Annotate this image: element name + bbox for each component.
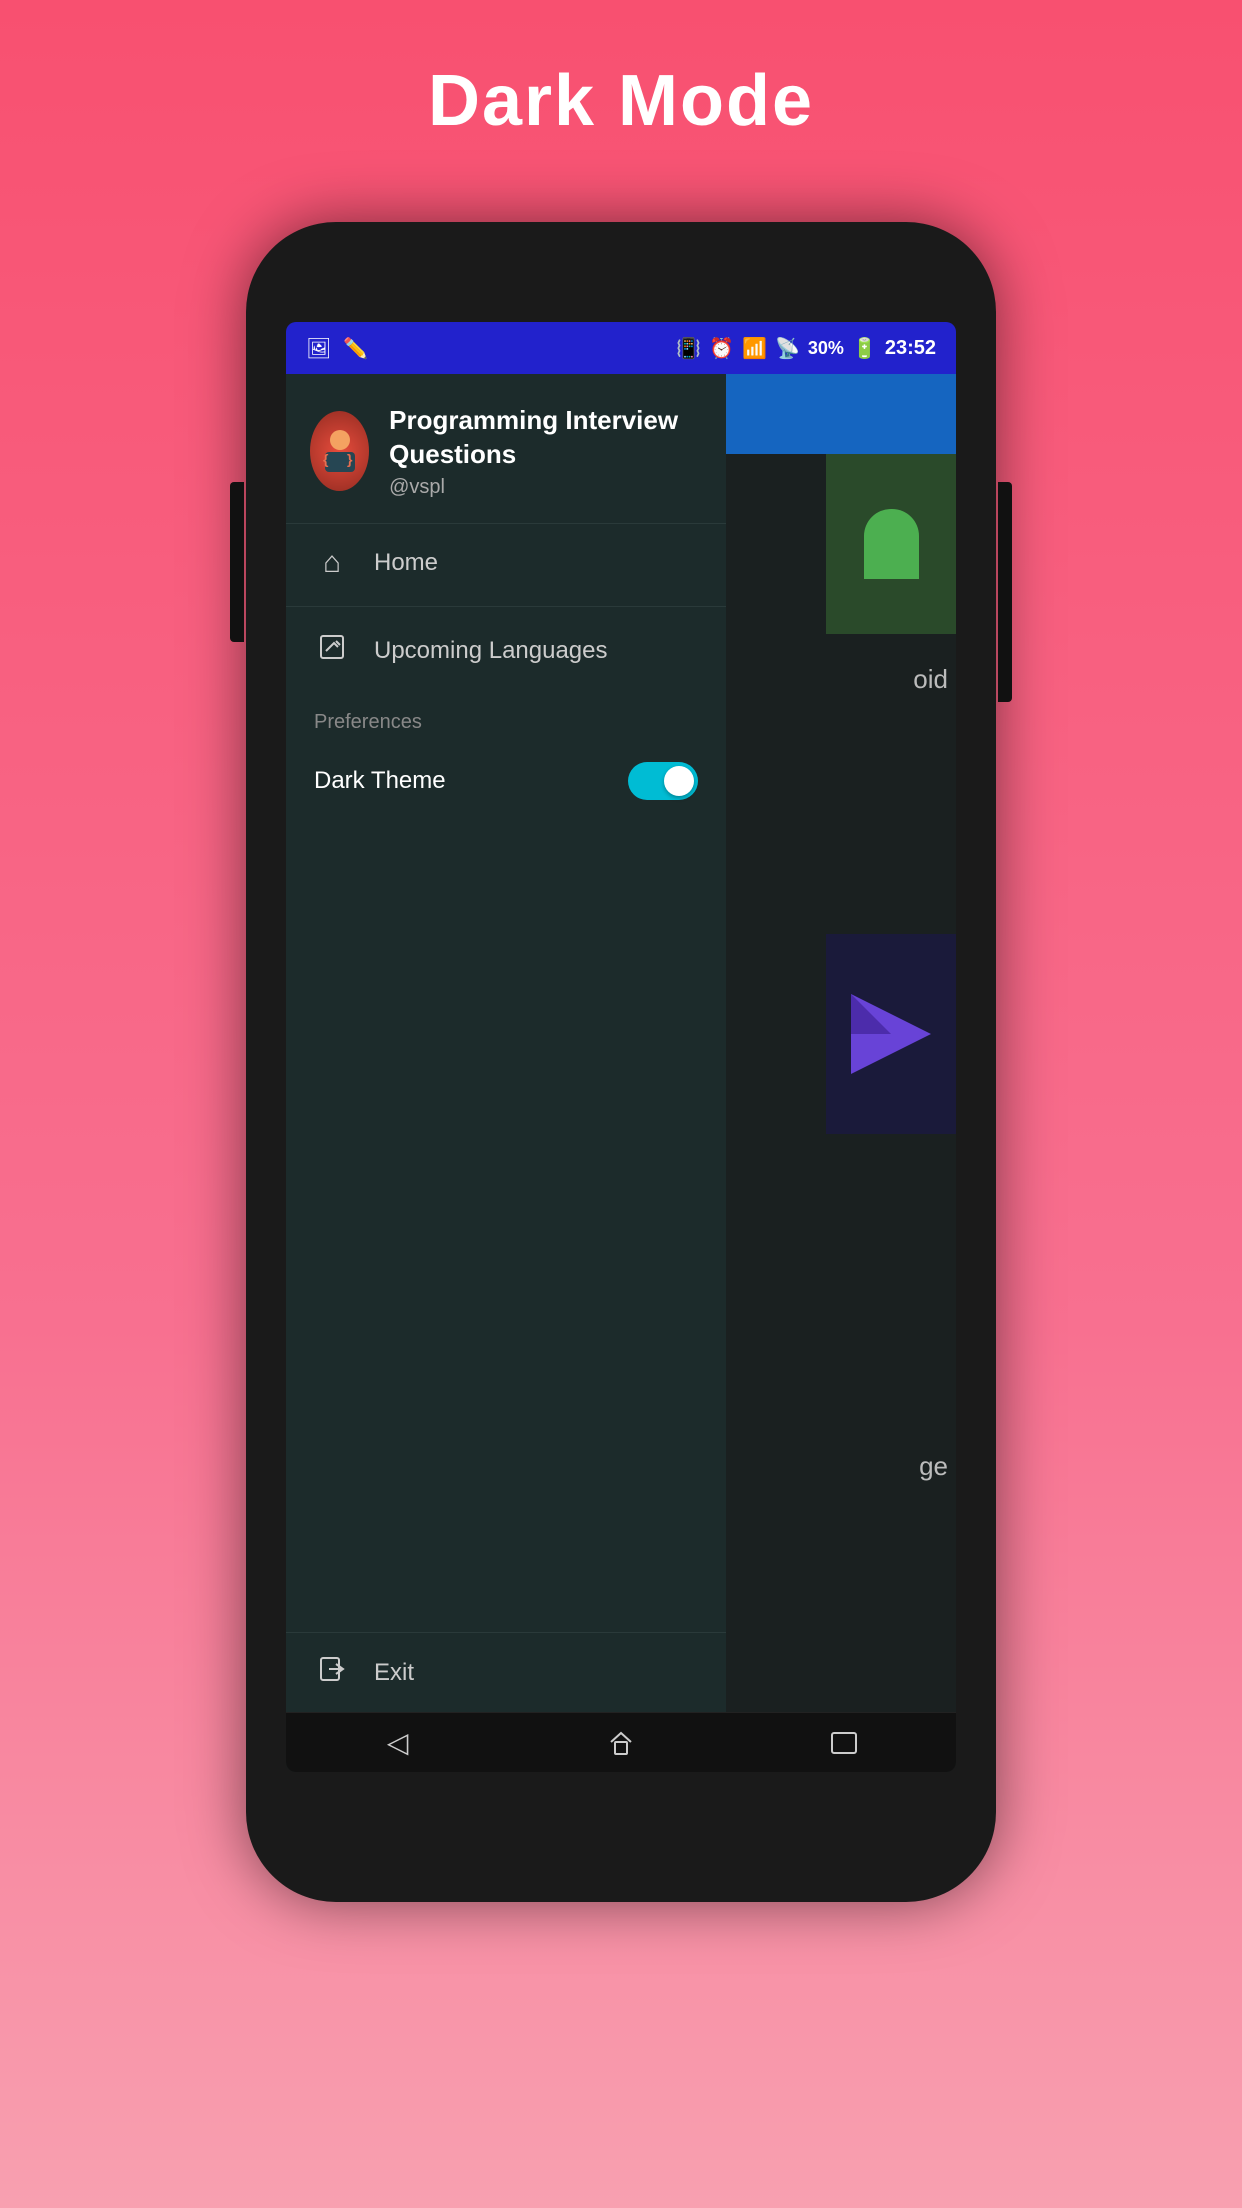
app-bar-right <box>726 374 956 454</box>
back-button[interactable]: ◁ <box>368 1723 428 1763</box>
content-card-2 <box>826 934 956 1134</box>
toggle-knob <box>664 766 694 796</box>
exit-icon <box>314 1655 350 1690</box>
preferences-header: Preferences <box>286 691 726 744</box>
bottom-nav: ◁ <box>286 1712 956 1772</box>
text-oid: oid <box>913 664 948 695</box>
content-card-android <box>826 454 956 634</box>
main-content-panel: oid ge <box>726 374 956 1712</box>
status-time: 23:52 <box>885 337 936 360</box>
exit-label: Exit <box>374 1659 414 1687</box>
nav-item-exit[interactable]: Exit <box>286 1633 726 1712</box>
phone-frame: 🖼 ✏️ 📳 ⏰ 📶 📡 30% 🔋 23:52 <box>246 222 996 1902</box>
signal-icon: 📡 <box>775 336 800 361</box>
edit-icon-status: ✏️ <box>343 336 368 361</box>
nav-item-home[interactable]: ⌂ Home <box>286 524 726 602</box>
nav-item-upcoming[interactable]: Upcoming Languages <box>286 611 726 691</box>
home-icon: ⌂ <box>314 546 350 580</box>
battery-percent: 30% <box>808 338 844 359</box>
kotlin-icon <box>851 994 931 1074</box>
recents-button[interactable] <box>814 1723 874 1763</box>
recents-icon <box>830 1731 858 1755</box>
wifi-icon: 📶 <box>742 336 767 361</box>
nav-label-home: Home <box>374 549 438 577</box>
phone-screen: 🖼 ✏️ 📳 ⏰ 📶 📡 30% 🔋 23:52 <box>286 322 956 1772</box>
drawer-header-text: Programming Interview Questions @vspl <box>389 404 702 499</box>
battery-icon: 🔋 <box>852 336 877 361</box>
status-bar: 🖼 ✏️ 📳 ⏰ 📶 📡 30% 🔋 23:52 <box>286 322 956 374</box>
username: @vspl <box>389 476 702 499</box>
screen-content: { } Programming Interview Questions @vsp… <box>286 374 956 1712</box>
dark-theme-toggle[interactable] <box>628 762 698 800</box>
avatar: { } <box>310 411 369 491</box>
dark-theme-label: Dark Theme <box>314 767 446 795</box>
android-icon <box>864 509 919 579</box>
status-left-icons: 🖼 ✏️ <box>306 336 368 361</box>
page-title: Dark Mode <box>428 60 814 142</box>
dark-theme-preference: Dark Theme <box>286 744 726 818</box>
drawer-header: { } Programming Interview Questions @vsp… <box>286 374 726 524</box>
svg-text:}: } <box>347 451 353 467</box>
home-nav-icon <box>606 1728 636 1758</box>
photo-icon: 🖼 <box>306 336 331 361</box>
text-ge: ge <box>919 1451 948 1482</box>
navigation-drawer: { } Programming Interview Questions @vsp… <box>286 374 726 1712</box>
svg-text:{: { <box>323 451 329 467</box>
app-name: Programming Interview Questions <box>389 404 702 472</box>
nav-divider-1 <box>286 606 726 607</box>
home-button[interactable] <box>591 1723 651 1763</box>
upcoming-icon <box>314 633 350 669</box>
drawer-spacer <box>286 818 726 1632</box>
status-right-icons: 📳 ⏰ 📶 📡 30% 🔋 23:52 <box>676 336 936 361</box>
alarm-icon: ⏰ <box>709 336 734 361</box>
nav-label-upcoming: Upcoming Languages <box>374 637 608 665</box>
vibrate-icon: 📳 <box>676 336 701 361</box>
